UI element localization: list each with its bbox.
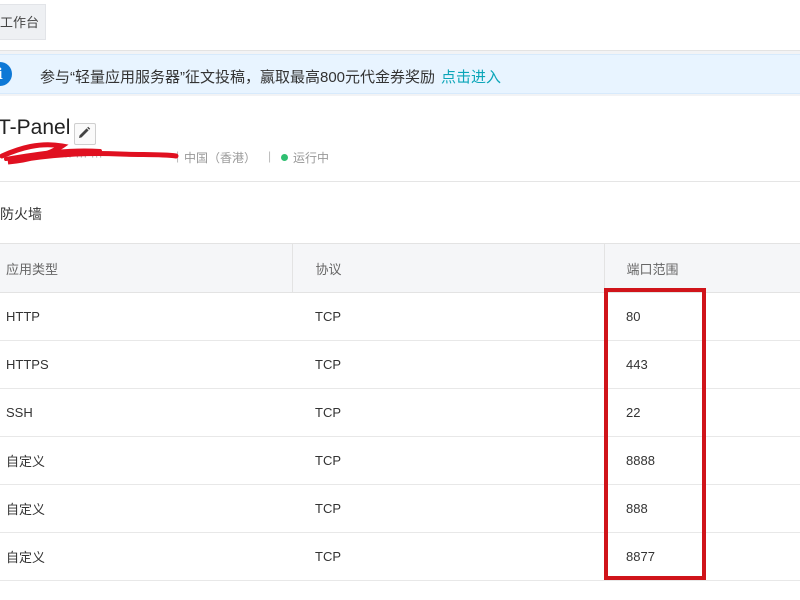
cell-port-range: 8888 xyxy=(604,436,800,485)
redaction-scribble xyxy=(0,142,179,165)
cell-app-type: 自定义 xyxy=(0,484,292,533)
instance-status: 运行中 xyxy=(293,151,330,165)
workspace-button[interactable]: 工作台 xyxy=(0,4,46,40)
info-icon: i xyxy=(0,62,12,86)
table-row: 自定义 TCP 8888 xyxy=(0,436,800,485)
cell-port-range: 443 xyxy=(604,340,800,389)
cell-protocol: TCP xyxy=(292,436,604,485)
column-header-port-range: 端口范围 xyxy=(603,243,800,293)
notice-link[interactable]: 点击进入 xyxy=(441,69,501,86)
cell-app-type: HTTP xyxy=(0,292,292,341)
cell-protocol: TCP xyxy=(292,532,604,581)
notice-text: 参与“轻量应用服务器”征文投稿，赢取最高800元代金券奖励 xyxy=(40,69,436,86)
status-dot xyxy=(281,154,288,161)
divider xyxy=(0,181,800,182)
cell-app-type: 自定义 xyxy=(0,436,292,485)
cell-app-type: HTTPS xyxy=(0,340,292,389)
firewall-table: 应用类型 协议 端口范围 HTTP TCP 80 HTTPS TCP 443 S… xyxy=(0,243,800,581)
notice-banner: i 参与“轻量应用服务器”征文投稿，赢取最高800元代金券奖励点击进入 xyxy=(0,54,800,94)
cell-protocol: TCP xyxy=(292,340,604,389)
table-row: 自定义 TCP 888 xyxy=(0,484,800,533)
table-header-row: 应用类型 协议 端口范围 xyxy=(0,243,800,293)
table-row: HTTPS TCP 443 xyxy=(0,340,800,389)
cell-app-type: 自定义 xyxy=(0,532,292,581)
firewall-section-title: 防火墙 xyxy=(0,206,42,222)
table-row: SSH TCP 22 xyxy=(0,388,800,437)
cell-port-range: 22 xyxy=(604,388,800,437)
instance-panel: T-Panel ··· ··· ··· | 中国（香港） | 运行中 防火墙 应… xyxy=(0,96,800,600)
instance-region: 中国（香港） xyxy=(184,151,257,165)
cell-protocol: TCP xyxy=(292,292,604,341)
cell-port-range: 888 xyxy=(604,484,800,533)
column-header-app-type: 应用类型 xyxy=(0,243,292,293)
cell-protocol: TCP xyxy=(292,388,604,437)
cell-port-range: 8877 xyxy=(604,532,800,581)
cell-protocol: TCP xyxy=(292,484,604,533)
notice-text-container: 参与“轻量应用服务器”征文投稿，赢取最高800元代金券奖励 点击进入 xyxy=(40,66,501,87)
page: 工作台 i 参与“轻量应用服务器”征文投稿，赢取最高800元代金券奖励点击进入 … xyxy=(0,0,800,600)
meta-separator: | xyxy=(268,149,272,163)
table-row: HTTP TCP 80 xyxy=(0,292,800,341)
top-bar: 工作台 xyxy=(0,0,800,51)
cell-port-range: 80 xyxy=(604,292,800,341)
table-row: 自定义 TCP 8877 xyxy=(0,532,800,581)
column-header-protocol: 协议 xyxy=(291,243,604,293)
cell-app-type: SSH xyxy=(0,388,292,437)
